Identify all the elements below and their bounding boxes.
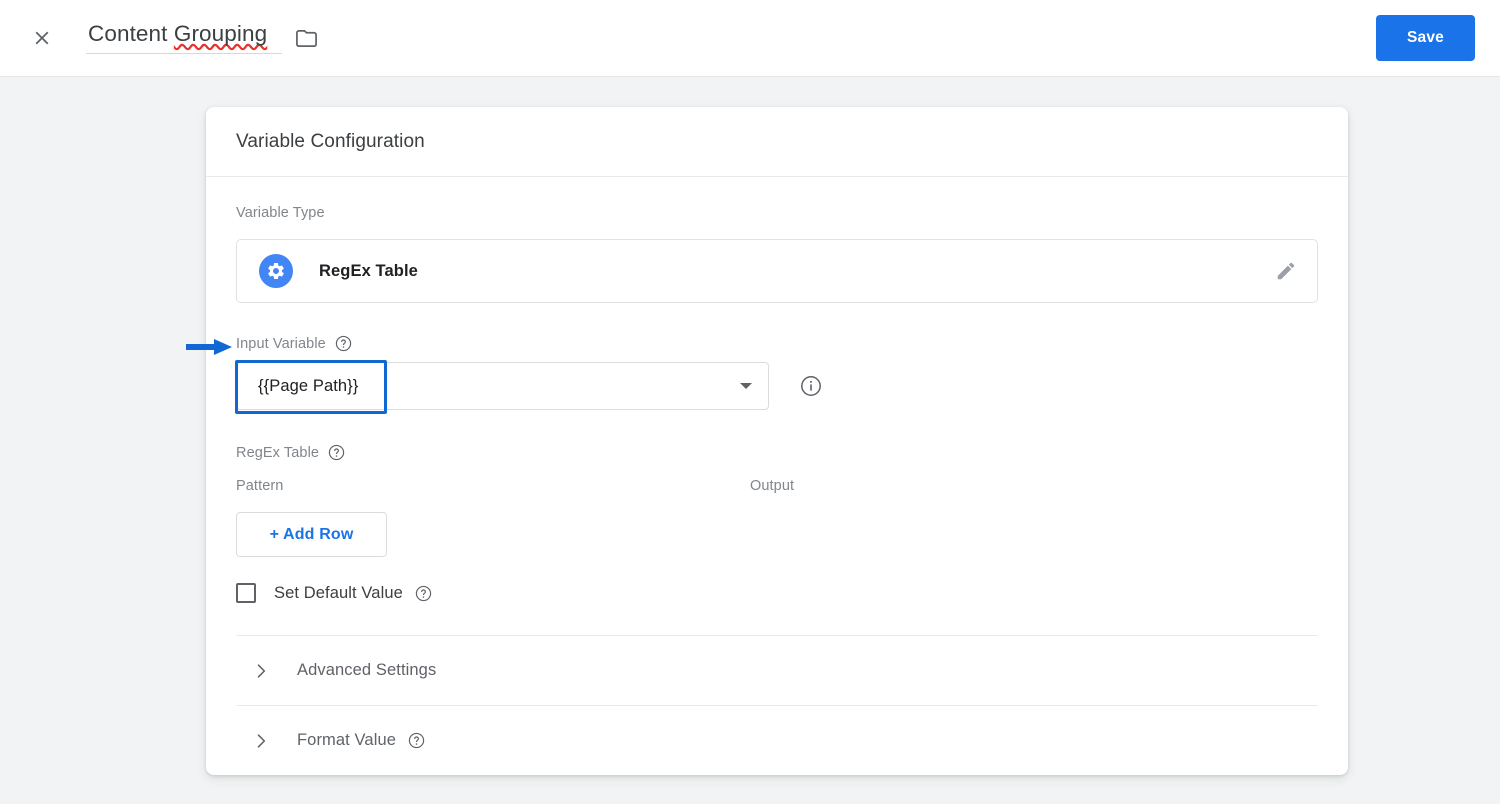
variable-name-prefix: Content	[88, 21, 174, 46]
section-advanced-settings[interactable]: Advanced Settings	[236, 635, 1318, 705]
help-icon[interactable]	[335, 335, 352, 352]
help-icon[interactable]	[328, 444, 345, 461]
regex-table-label-text: RegEx Table	[236, 444, 320, 461]
page-title: Variable Configuration	[236, 130, 425, 152]
help-icon[interactable]	[415, 585, 432, 602]
section-format-value[interactable]: Format Value	[236, 705, 1318, 775]
pencil-icon[interactable]	[1273, 258, 1299, 284]
input-variable-value: {{Page Path}}	[258, 376, 359, 395]
input-variable-select[interactable]: {{Page Path}}	[235, 360, 769, 414]
variable-type-name: RegEx Table	[319, 261, 418, 280]
input-variable-label-text: Input Variable	[236, 335, 326, 352]
variable-type-selector[interactable]: RegEx Table	[236, 239, 1318, 303]
column-header-output: Output	[750, 478, 795, 494]
regex-table-header: Pattern Output	[236, 478, 1318, 494]
section-format-value-text: Format Value	[297, 731, 397, 749]
save-button[interactable]: Save	[1376, 15, 1475, 61]
card-body: Variable Type RegEx Table Input Variable…	[186, 177, 1348, 775]
gear-icon	[259, 254, 293, 288]
column-header-pattern: Pattern	[236, 478, 284, 494]
set-default-value-row: Set Default Value	[236, 583, 1318, 635]
section-advanced-settings-label: Advanced Settings	[297, 661, 437, 679]
chevron-right-icon	[250, 730, 272, 752]
variable-configuration-card: Variable Configuration Variable Type Reg…	[186, 107, 1348, 775]
input-variable-row: {{Page Path}}	[235, 360, 1318, 414]
add-row-button[interactable]: + Add Row	[236, 512, 387, 557]
variable-name-misspelled: Grouping	[173, 21, 268, 46]
help-icon[interactable]	[408, 732, 425, 749]
top-app-bar: Content Grouping Save	[0, 0, 1500, 77]
regex-table-label: RegEx Table	[236, 444, 1318, 461]
card-header: Variable Configuration	[206, 107, 1348, 177]
input-variable-label: Input Variable	[186, 335, 1318, 355]
annotation-arrow-icon	[186, 339, 232, 355]
variable-type-label: Variable Type	[236, 205, 1318, 221]
chevron-down-icon[interactable]	[740, 383, 752, 389]
folder-icon[interactable]	[294, 26, 318, 50]
close-icon[interactable]	[26, 22, 58, 54]
variable-type-label-text: Variable Type	[236, 205, 325, 221]
set-default-value-checkbox[interactable]	[236, 583, 256, 603]
set-default-value-label: Set Default Value	[274, 583, 403, 602]
variable-name-input[interactable]: Content Grouping	[86, 20, 282, 54]
info-icon[interactable]	[799, 374, 823, 398]
variable-name-text: Content Grouping	[88, 21, 267, 46]
chevron-right-icon	[250, 660, 272, 682]
section-format-value-label: Format Value	[297, 731, 425, 750]
variable-title-group: Content Grouping	[86, 20, 318, 54]
